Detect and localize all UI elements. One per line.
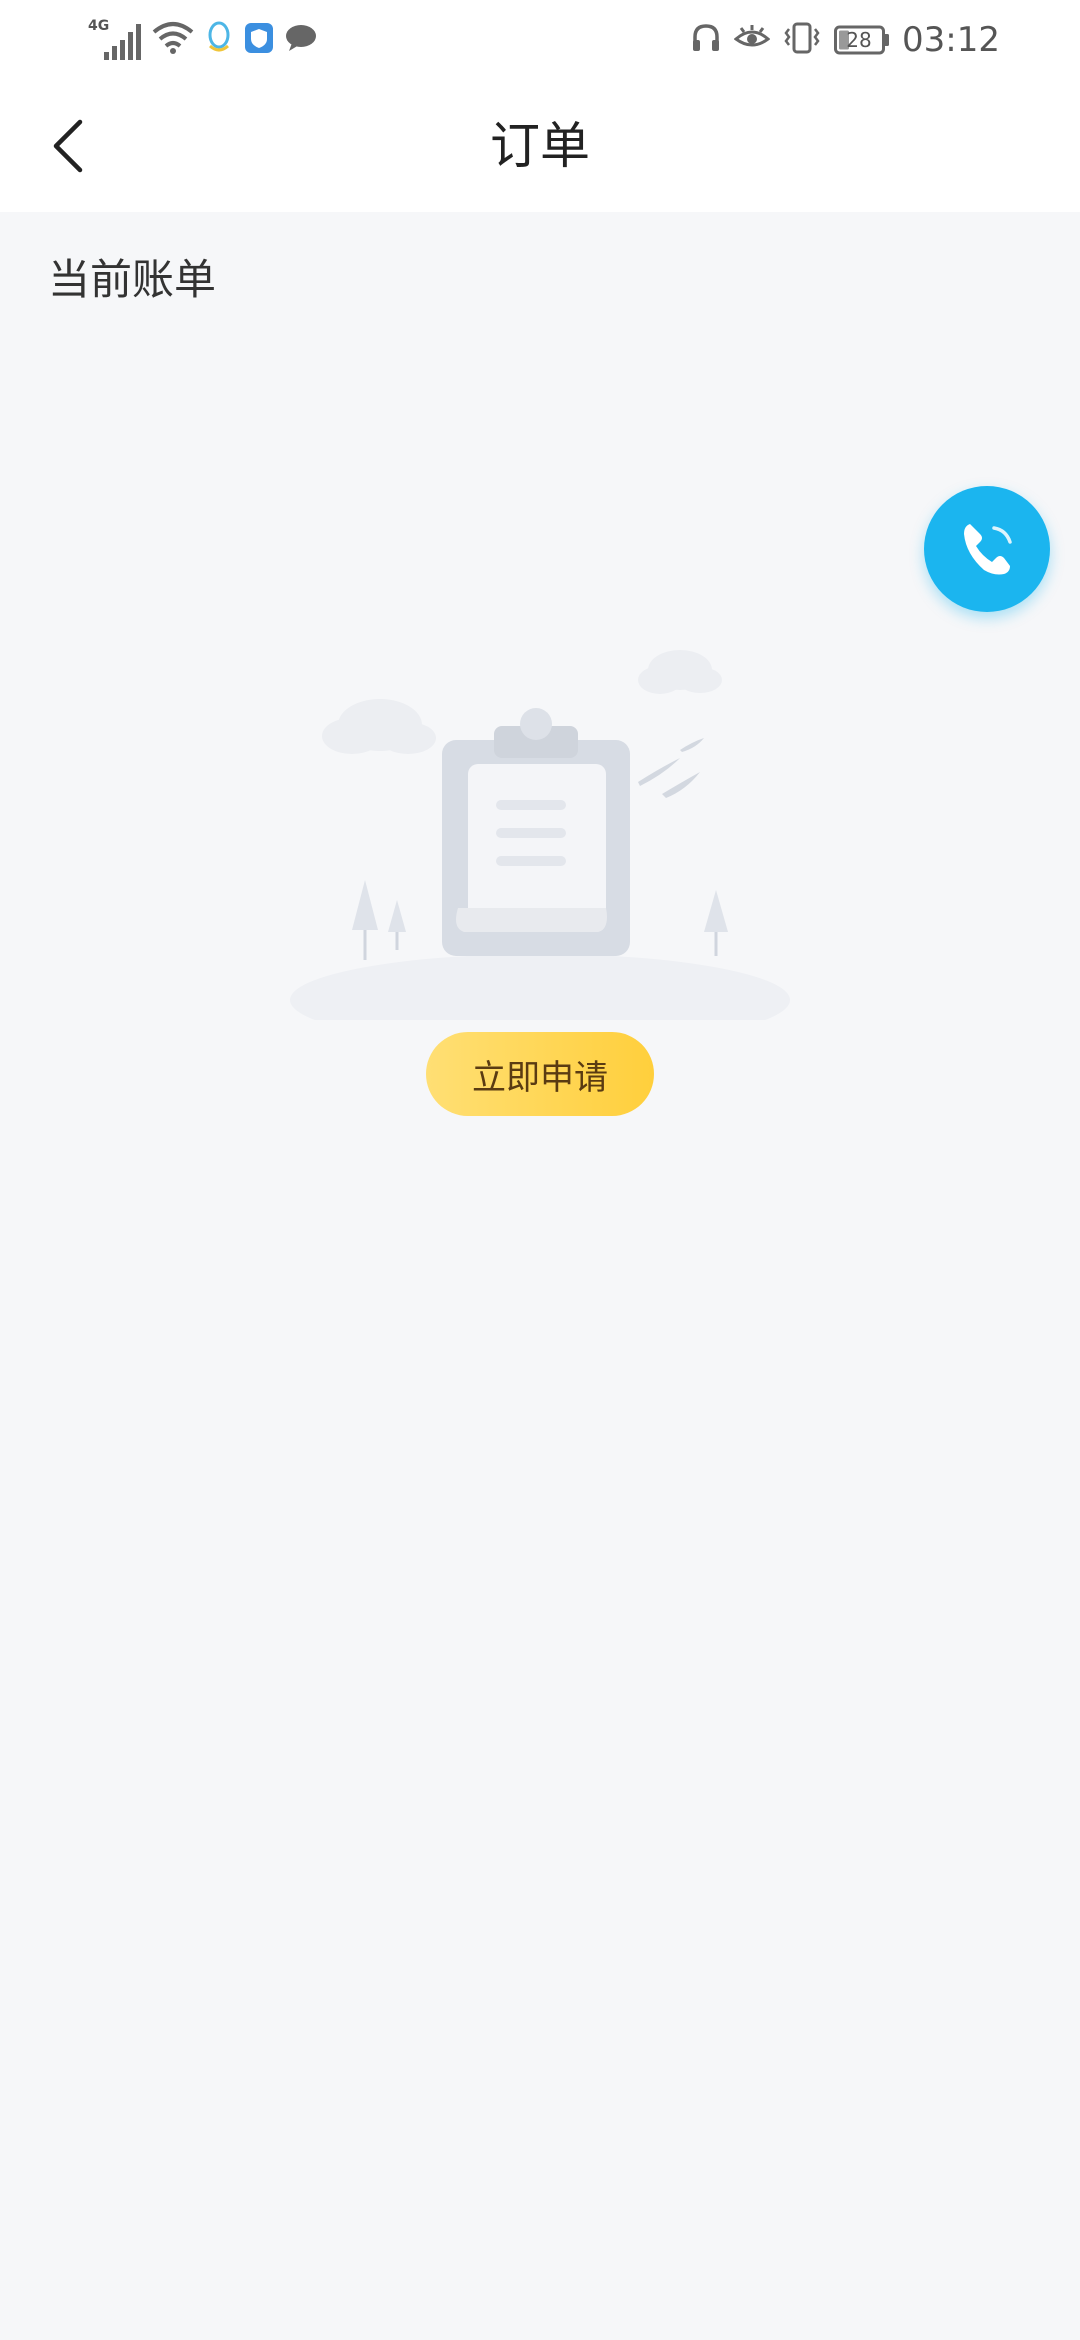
vibrate-icon (782, 21, 822, 59)
shield-icon (244, 22, 274, 58)
chat-icon (284, 23, 318, 57)
app-bar: 订单 (0, 80, 1080, 212)
signal-icon: 4G (88, 18, 142, 62)
clock: 03:12 (902, 20, 1000, 60)
phone-icon (964, 524, 1012, 575)
section-title: 当前账单 (48, 255, 217, 304)
eye-icon (733, 23, 771, 57)
page-title: 订单 (490, 117, 590, 175)
wifi-icon (152, 20, 194, 60)
battery-level: 28 (846, 28, 872, 52)
status-right: 28 03:12 (690, 16, 1000, 64)
qq-icon (204, 20, 234, 60)
apply-now-button[interactable]: 立即申请 (426, 1032, 654, 1116)
status-left: 4G (88, 18, 318, 62)
status-bar: 4G 28 03:12 (0, 0, 1080, 80)
headphone-icon (690, 22, 722, 58)
empty-state-illustration (280, 640, 800, 1046)
call-button[interactable] (924, 486, 1050, 612)
battery-icon: 28 (834, 25, 890, 55)
